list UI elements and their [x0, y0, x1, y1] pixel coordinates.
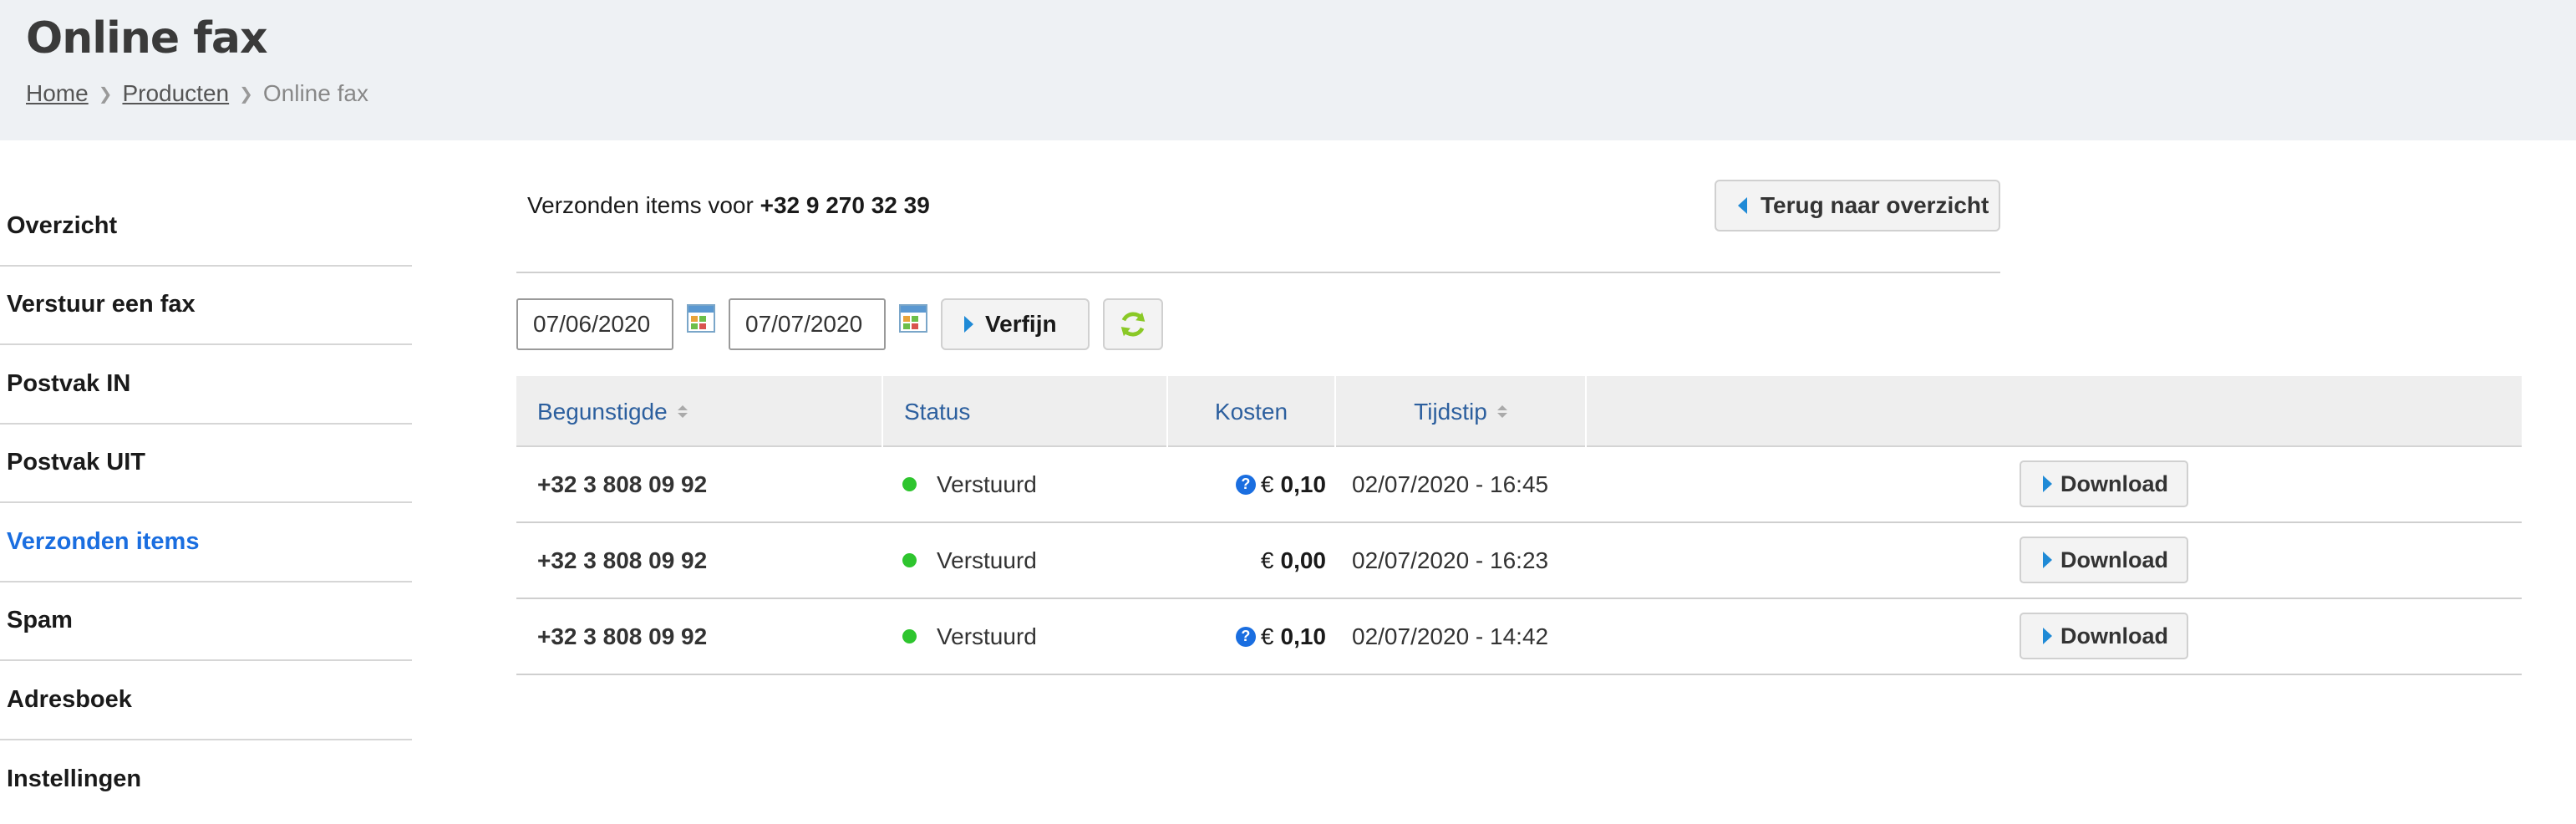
sidebar-item-outbox[interactable]: Postvak UIT	[0, 425, 412, 503]
sidebar-item-address-book[interactable]: Adresboek	[0, 661, 412, 740]
main-header: Verzonden items voor +32 9 270 32 39 Ter…	[516, 171, 2000, 273]
date-filter: Verfijn	[516, 298, 1163, 350]
status-ok-icon	[902, 477, 917, 491]
breadcrumb-products-link[interactable]: Producten	[122, 80, 229, 107]
sent-items-number: +32 9 270 32 39	[760, 192, 930, 218]
sidebar-nav: Overzicht Verstuur een fax Postvak IN Po…	[0, 187, 412, 819]
download-button[interactable]: Download	[2020, 613, 2188, 659]
date-from-input[interactable]	[516, 298, 673, 350]
download-button[interactable]: Download	[2020, 537, 2188, 583]
column-header-label: Status	[904, 398, 971, 425]
breadcrumb-home-link[interactable]: Home	[26, 80, 89, 107]
breadcrumb: Home ❯ Producten ❯ Online fax	[26, 80, 368, 107]
calendar-icon[interactable]	[899, 304, 927, 333]
column-header-label: Kosten	[1214, 398, 1288, 425]
cost-cell: ? € 0,10	[1235, 447, 1327, 521]
sidebar-item-overview[interactable]: Overzicht	[0, 187, 412, 267]
cost-currency: €	[1260, 547, 1274, 573]
help-icon[interactable]: ?	[1235, 474, 1256, 495]
page-header: Online fax Home ❯ Producten ❯ Online fax	[0, 0, 2576, 140]
sidebar-item-spam[interactable]: Spam	[0, 582, 412, 661]
breadcrumb-separator-icon: ❯	[98, 84, 113, 104]
recipient-number: +32 3 808 09 92	[537, 470, 708, 497]
column-header-recipient[interactable]: Begunstigde	[516, 376, 883, 447]
column-header-label: Tijdstip	[1414, 398, 1487, 425]
recipient-number: +32 3 808 09 92	[537, 623, 708, 649]
status-text: Verstuurd	[937, 470, 1037, 497]
download-button[interactable]: Download	[2020, 460, 2188, 507]
column-header-actions	[1587, 376, 2522, 447]
cost-value: 0,10	[1280, 470, 1327, 497]
help-icon[interactable]: ?	[1235, 626, 1256, 647]
date-to-input[interactable]	[729, 298, 886, 350]
column-header-label: Begunstigde	[537, 398, 668, 425]
sidebar-item-sent-items[interactable]: Verzonden items	[0, 503, 412, 582]
table-row: +32 3 808 09 92 Verstuurd ? € 0,10 02/07…	[516, 447, 2522, 523]
sent-items-heading: Verzonden items voor +32 9 270 32 39	[527, 192, 930, 219]
status-text: Verstuurd	[937, 623, 1037, 649]
refresh-button[interactable]	[1103, 298, 1163, 350]
table-header: Begunstigde Status Kosten Tijdstip	[516, 376, 2522, 447]
table-row: +32 3 808 09 92 Verstuurd € 0,00 02/07/2…	[516, 523, 2522, 599]
cost-currency: €	[1260, 470, 1274, 497]
download-label: Download	[2060, 547, 2168, 572]
cost-cell: € 0,00	[1261, 523, 1326, 598]
column-header-time[interactable]: Tijdstip	[1336, 376, 1587, 447]
cost-value: 0,00	[1280, 547, 1327, 573]
status-cell: Verstuurd	[902, 599, 1037, 674]
column-header-cost: Kosten	[1168, 376, 1336, 447]
timestamp: 02/07/2020 - 16:45	[1352, 470, 1549, 497]
sort-icon	[1496, 405, 1507, 418]
refine-label: Verfijn	[985, 311, 1057, 337]
sent-items-prefix: Verzonden items voor	[527, 192, 754, 218]
arrow-right-icon	[2043, 628, 2052, 644]
sent-items-table: Begunstigde Status Kosten Tijdstip +32 3…	[516, 376, 2522, 675]
status-cell: Verstuurd	[902, 447, 1037, 521]
column-header-status: Status	[883, 376, 1168, 447]
recipient-number: +32 3 808 09 92	[537, 547, 708, 573]
calendar-icon[interactable]	[687, 304, 715, 333]
sidebar-item-settings[interactable]: Instellingen	[0, 740, 412, 820]
back-to-overview-button[interactable]: Terug naar overzicht	[1715, 180, 2000, 231]
sidebar-item-send-fax[interactable]: Verstuur een fax	[0, 267, 412, 345]
status-cell: Verstuurd	[902, 523, 1037, 598]
arrow-right-icon	[2043, 476, 2052, 492]
back-to-overview-label: Terug naar overzicht	[1761, 192, 1989, 218]
status-ok-icon	[902, 629, 917, 643]
download-label: Download	[2060, 623, 2168, 649]
table-row: +32 3 808 09 92 Verstuurd ? € 0,10 02/07…	[516, 599, 2522, 675]
breadcrumb-separator-icon: ❯	[239, 84, 253, 104]
cost-value: 0,10	[1280, 623, 1327, 649]
timestamp: 02/07/2020 - 14:42	[1352, 623, 1549, 649]
timestamp: 02/07/2020 - 16:23	[1352, 547, 1549, 573]
download-label: Download	[2060, 470, 2168, 496]
cost-currency: €	[1260, 623, 1274, 649]
refine-button[interactable]: Verfijn	[941, 298, 1090, 350]
arrow-right-icon	[2043, 552, 2052, 568]
refresh-icon	[1120, 312, 1146, 337]
arrow-left-icon	[1738, 197, 1747, 214]
sort-icon	[677, 405, 688, 418]
sidebar-item-inbox[interactable]: Postvak IN	[0, 345, 412, 425]
breadcrumb-current: Online fax	[262, 80, 368, 106]
status-ok-icon	[902, 553, 917, 567]
status-text: Verstuurd	[937, 547, 1037, 573]
cost-cell: ? € 0,10	[1235, 599, 1327, 674]
arrow-right-icon	[964, 316, 973, 333]
page-title: Online fax	[26, 13, 268, 64]
